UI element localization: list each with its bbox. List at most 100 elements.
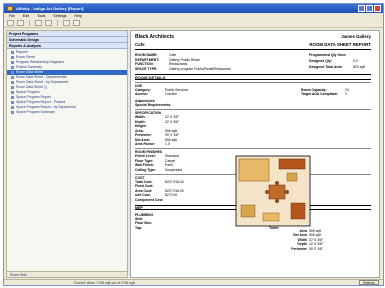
- report-icon: [11, 55, 14, 59]
- info-label: Programmed Qty Once: [309, 53, 346, 57]
- plumbing-label: Sink:: [135, 216, 144, 221]
- report-pane[interactable]: Black Architects Cafe James Gallery ROOM…: [130, 30, 380, 278]
- sidebar-footer-room-sets[interactable]: Room Sets: [7, 271, 127, 277]
- toolbar: [4, 19, 383, 28]
- use-value: Public Services: [165, 87, 189, 92]
- use-value: 24: [345, 87, 349, 92]
- info-value: 0.0: [353, 59, 358, 64]
- plumbing-label: Tap:: [135, 226, 142, 230]
- cost-value: $227,916.00: [165, 188, 184, 193]
- window-title: Affinity - Indigo Art Gallery [Report]: [16, 6, 84, 11]
- app-icon: [7, 6, 13, 11]
- spec-value: 22' 6 3/8": [165, 119, 180, 124]
- info-value: Restaurants: [169, 62, 188, 67]
- toolbar-separator: [29, 20, 30, 26]
- report-icon: [11, 85, 14, 89]
- cost-label: Area Cost:: [135, 188, 153, 193]
- finish-label: Finish Level:: [135, 154, 156, 159]
- maximize-button[interactable]: [366, 5, 373, 12]
- report-icon: [11, 105, 14, 109]
- finish-value: Carpet: [165, 158, 176, 163]
- summary-value: 90' 0 1/8": [309, 246, 324, 251]
- plumbing-label: Floor Box:: [135, 221, 152, 226]
- spec-value: [165, 124, 211, 128]
- finish-value: Standard: [165, 154, 179, 159]
- info-value: Cafe: [169, 53, 177, 57]
- print-icon[interactable]: [45, 20, 52, 26]
- cost-label: Fixed Cost:: [135, 184, 154, 189]
- project-name: Cafe: [135, 42, 145, 47]
- summary-value: 22' 6 3/8": [309, 242, 324, 247]
- finish-label: Wall Finish:: [135, 163, 154, 168]
- sidebar-item-space-program-summary[interactable]: Space Program Summary: [7, 110, 127, 115]
- close-button[interactable]: [374, 5, 381, 12]
- refresh-button[interactable]: Refresh: [359, 280, 379, 285]
- finish-label: Floor Type:: [135, 158, 154, 163]
- room-info-left: ROOM NAME: Cafe DEPARTMENT: Gallery Public…: [135, 53, 231, 71]
- room-info: ROOM NAME: Cafe DEPARTMENT: Gallery Public…: [135, 53, 371, 71]
- plumbing-value: [165, 226, 211, 230]
- table: [286, 172, 298, 182]
- special-requirements-label: Special Requirements: [135, 103, 171, 108]
- minimize-button[interactable]: [358, 5, 365, 12]
- table-zone: [238, 158, 270, 182]
- report-icon: [11, 80, 14, 84]
- use-value: Corridor: [165, 92, 178, 97]
- firm-name: Black Architects: [135, 34, 174, 40]
- spec-block: Width: 22' 6 3/8" Depth: 22' 6 3/8" Height…: [135, 115, 371, 146]
- cost-label: Total Cost:: [135, 179, 153, 184]
- spec-value: 506 sqft: [165, 128, 178, 133]
- cabinet: [290, 202, 306, 220]
- report-icon: [11, 65, 14, 69]
- cost-value: $227,916.00: [165, 179, 184, 184]
- info-value: [353, 53, 371, 59]
- report-icon: [11, 75, 14, 79]
- spec-label: Area Factor:: [135, 142, 155, 147]
- cost-value: [165, 198, 211, 202]
- status-text: Current Value: 1796 sqft out of 1796 sqf…: [74, 280, 135, 285]
- undo-icon[interactable]: [63, 20, 70, 26]
- plumbing-value: [165, 217, 211, 221]
- plumbing-value: [165, 221, 211, 225]
- info-label: Designed Total Area:: [309, 65, 343, 70]
- report-header: Black Architects Cafe James Gallery ROOM…: [135, 34, 371, 47]
- report-icon: [11, 60, 14, 64]
- info-value: 820 sqft: [353, 65, 366, 70]
- spec-value: 90' 0 1/8": [165, 133, 180, 138]
- cost-label: unit Cost:: [135, 193, 151, 198]
- use-label: Target ADA Compliant:: [301, 92, 338, 97]
- cost-label: Component Cost:: [135, 197, 164, 202]
- use-block: Category: Public Services Access: Corridor…: [135, 88, 371, 97]
- spec-label: Net Area:: [135, 137, 150, 142]
- summary-label: Width: [297, 237, 307, 242]
- counter: [278, 158, 306, 170]
- client-name: James Gallery: [341, 34, 371, 39]
- section-room-details: ROOM DETAILS: [135, 73, 371, 80]
- new-icon[interactable]: [7, 20, 14, 26]
- summary-label: Net Area: [293, 233, 307, 238]
- area-summary: Area 506 sqft Net Area 506 sqft Width 22' 6…: [289, 229, 333, 251]
- toolbar-separator: [57, 20, 58, 26]
- room-floor-plan: [235, 155, 311, 227]
- info-label: SPACE TYPE:: [135, 66, 158, 71]
- summary-value: 506 sqft: [309, 229, 322, 233]
- window-controls: [358, 5, 381, 12]
- summary-label: Area: [299, 229, 307, 233]
- spec-label: Area:: [135, 128, 144, 133]
- use-label: Room Capacity:: [301, 87, 327, 92]
- spec-label: Perimeter:: [135, 133, 152, 138]
- chair: [285, 190, 289, 194]
- report-title: ROOM DATA SHEET REPORT: [309, 42, 371, 47]
- cost-value: [165, 184, 211, 188]
- info-label: DEPARTMENT:: [135, 57, 160, 62]
- report-icon: [11, 90, 14, 94]
- finish-value: Suspended: [165, 167, 183, 172]
- chair: [265, 190, 269, 194]
- use-label: Category:: [135, 87, 151, 92]
- redo-icon[interactable]: [73, 20, 80, 26]
- open-icon[interactable]: [17, 20, 24, 26]
- report-icon: [11, 95, 14, 99]
- save-icon[interactable]: [35, 20, 42, 26]
- finish-label: Ceiling Type:: [135, 167, 157, 172]
- spec-value: 1.0: [165, 142, 170, 147]
